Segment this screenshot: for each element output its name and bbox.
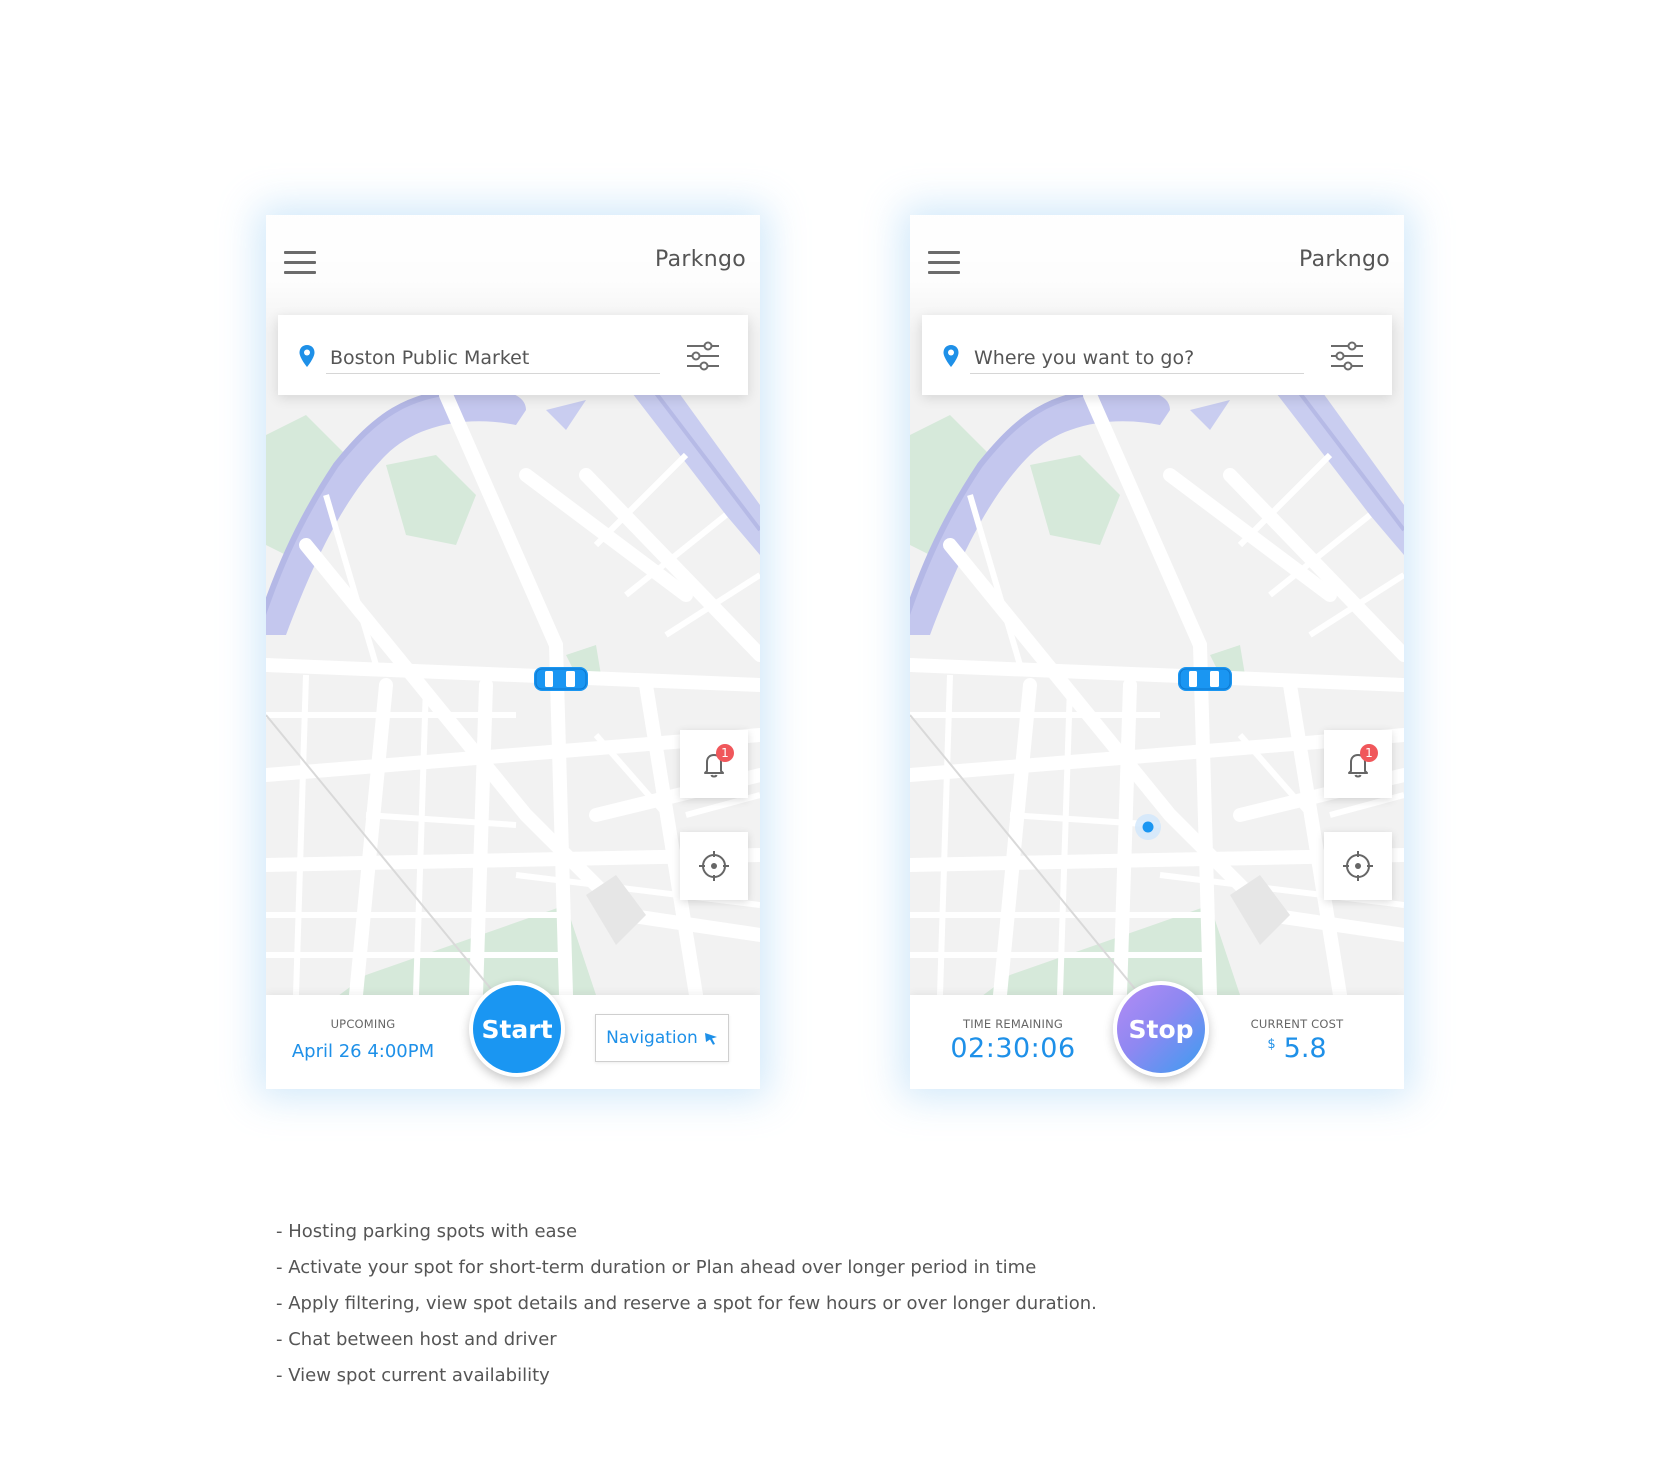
cursor-arrow-icon [704, 1033, 717, 1045]
app-title: Parkngo [1298, 247, 1390, 272]
locate-me-button[interactable] [680, 832, 748, 900]
time-remaining-value: 02:30:06 [950, 1033, 1076, 1064]
upcoming-info: UPCOMING April 26 4:00PM [286, 1017, 440, 1062]
feature-item: - Hosting parking spots with ease [276, 1221, 578, 1242]
location-pin-icon [943, 345, 959, 367]
hamburger-icon[interactable] [284, 251, 316, 277]
crosshair-icon [699, 851, 729, 881]
notification-badge: 1 [716, 744, 734, 762]
filter-sliders-icon[interactable] [1330, 341, 1364, 371]
car-icon[interactable] [1176, 663, 1234, 695]
phone-screen-upcoming: Parkngo 1 [266, 215, 760, 1089]
time-remaining-info: TIME REMAINING 02:30:06 [938, 1017, 1088, 1064]
hamburger-icon[interactable] [928, 251, 960, 277]
notification-badge: 1 [1360, 744, 1378, 762]
crosshair-icon [1343, 851, 1373, 881]
filter-sliders-icon[interactable] [686, 341, 720, 371]
current-location-dot [1135, 814, 1161, 840]
feature-item: - Apply filtering, view spot details and… [276, 1293, 1097, 1314]
phone-screen-active: Parkngo 1 [910, 215, 1404, 1089]
navigation-button[interactable]: Navigation [595, 1014, 729, 1062]
time-remaining-label: TIME REMAINING [962, 1017, 1063, 1031]
current-cost-value: 5.8 [1283, 1033, 1327, 1064]
notifications-button[interactable]: 1 [1324, 730, 1392, 798]
currency-symbol: $ [1267, 1037, 1276, 1052]
feature-item: - Chat between host and driver [276, 1329, 557, 1350]
feature-item: - View spot current availability [276, 1365, 550, 1386]
upcoming-label: UPCOMING [330, 1017, 396, 1031]
location-pin-icon [299, 345, 315, 367]
feature-item: - Activate your spot for short-term dura… [276, 1257, 1037, 1278]
search-card [278, 315, 748, 395]
start-button[interactable]: Start [469, 981, 565, 1077]
notifications-button[interactable]: 1 [680, 730, 748, 798]
car-icon[interactable] [532, 663, 590, 695]
current-cost-value-row: $5.8 [1234, 1033, 1360, 1064]
upcoming-date: April 26 4:00PM [291, 1041, 435, 1062]
locate-me-button[interactable] [1324, 832, 1392, 900]
app-title: Parkngo [654, 247, 746, 272]
search-input[interactable] [970, 343, 1304, 374]
current-cost-label: CURRENT COST [1250, 1017, 1344, 1031]
current-cost-info: CURRENT COST $5.8 [1234, 1017, 1360, 1064]
search-card [922, 315, 1392, 395]
search-input[interactable] [326, 343, 660, 374]
feature-list: - Hosting parking spots with ease - Acti… [276, 1214, 1097, 1394]
navigation-label: Navigation [606, 1028, 698, 1048]
stop-button[interactable]: Stop [1113, 981, 1209, 1077]
